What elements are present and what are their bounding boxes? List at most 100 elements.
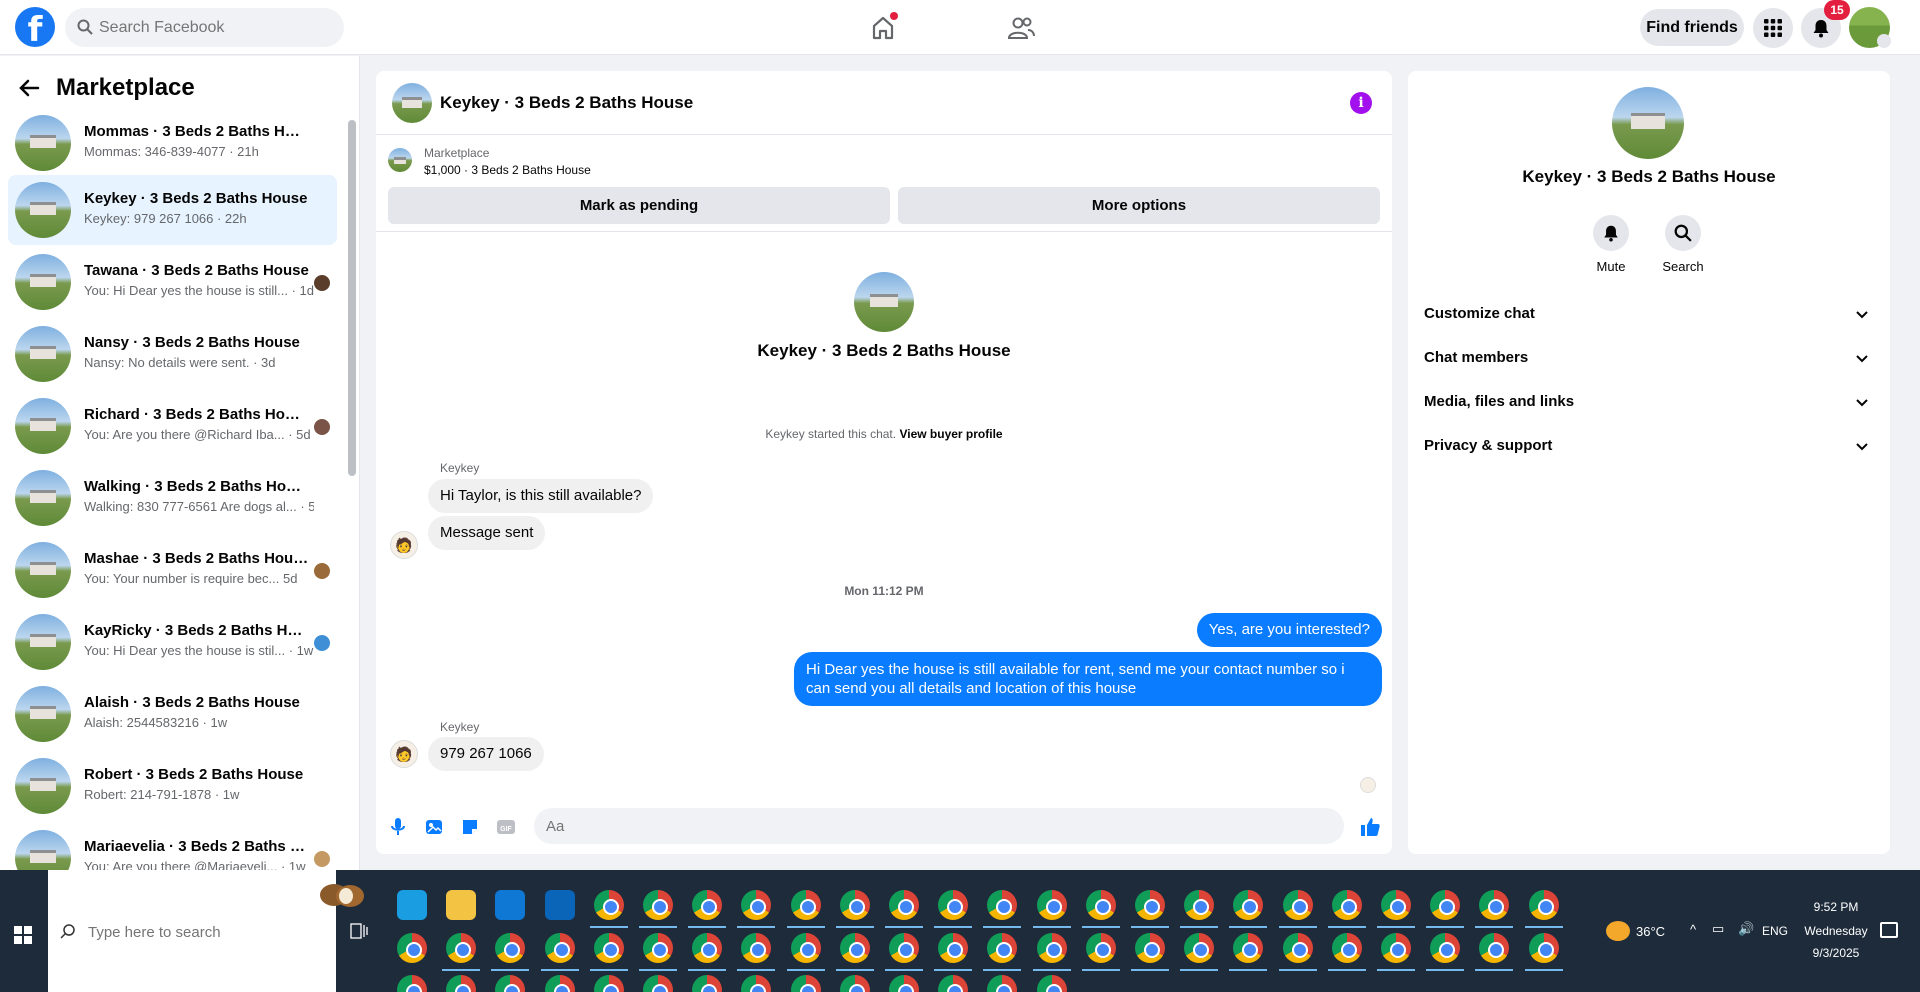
chrome-icon[interactable] [1331, 933, 1362, 963]
conversation-item[interactable]: Richard · 3 Beds 2 Baths House You: Are … [8, 391, 337, 461]
friends-nav-button[interactable] [1004, 11, 1038, 45]
chrome-icon[interactable] [741, 975, 772, 992]
chrome-icon[interactable] [889, 975, 919, 992]
notification-center-icon[interactable] [1880, 922, 1898, 938]
windows-start-icon[interactable] [14, 926, 32, 944]
volume-icon[interactable]: 🔊 [1738, 921, 1754, 937]
chrome-icon[interactable] [938, 933, 969, 963]
chrome-icon[interactable] [1233, 890, 1264, 920]
chrome-icon[interactable] [692, 933, 723, 963]
conversation-item[interactable]: Mariaevelia · 3 Beds 2 Baths H... You: A… [8, 823, 337, 870]
listing-price[interactable]: $1,000 · 3 Beds 2 Baths House [424, 163, 591, 177]
search-input[interactable] [99, 8, 334, 47]
chrome-icon[interactable] [1282, 933, 1313, 963]
chrome-icon[interactable] [1036, 975, 1067, 992]
coconut-widget-icon[interactable] [316, 878, 366, 908]
chrome-icon[interactable] [839, 933, 870, 963]
incoming-message[interactable]: 979 267 1066 [428, 737, 544, 771]
chrome-icon[interactable] [1085, 933, 1116, 963]
chrome-icon[interactable] [1430, 890, 1461, 920]
chrome-icon[interactable] [495, 933, 526, 963]
conversation-item[interactable]: Mashae · 3 Beds 2 Baths House You: Your … [8, 535, 337, 605]
mark-as-pending-button[interactable]: Mark as pending [388, 187, 890, 224]
chrome-icon[interactable] [544, 975, 575, 992]
chrome-icon[interactable] [446, 933, 477, 963]
chrome-icon[interactable] [1135, 933, 1165, 963]
chrome-icon[interactable] [1036, 933, 1067, 963]
info-icon[interactable]: i [1350, 92, 1372, 114]
chrome-icon[interactable] [790, 933, 821, 963]
chrome-icon[interactable] [544, 933, 575, 963]
chrome-icon[interactable] [790, 975, 821, 992]
chrome-icon[interactable] [643, 933, 673, 963]
incoming-message[interactable]: Message sent [428, 516, 546, 550]
chrome-icon[interactable] [987, 975, 1018, 992]
chrome-icon[interactable] [1479, 933, 1510, 963]
back-arrow-icon[interactable] [18, 77, 40, 99]
chrome-icon[interactable] [1381, 890, 1411, 920]
chrome-icon[interactable] [1085, 890, 1116, 920]
chrome-icon[interactable] [397, 933, 427, 963]
chrome-icon[interactable] [889, 890, 919, 920]
edge-icon[interactable] [397, 890, 427, 920]
clock-day[interactable]: Wednesday [1798, 924, 1874, 938]
outgoing-message[interactable]: Hi Dear yes the house is still available… [794, 652, 1382, 706]
chrome-icon[interactable] [1381, 933, 1411, 963]
sender-avatar[interactable]: 🧑 [390, 531, 418, 559]
incoming-message[interactable]: Hi Taylor, is this still available? [428, 479, 654, 513]
chrome-icon[interactable] [987, 933, 1018, 963]
facebook-search-box[interactable] [65, 8, 344, 47]
chat-listing-thumbnail[interactable] [392, 83, 432, 123]
chrome-icon[interactable] [938, 890, 969, 920]
clock-time[interactable]: 9:52 PM [1806, 900, 1866, 914]
conversation-item[interactable]: Robert · 3 Beds 2 Baths House Robert: 21… [8, 751, 337, 821]
chrome-icon[interactable] [446, 975, 477, 992]
chrome-icon[interactable] [839, 975, 870, 992]
chrome-icon[interactable] [987, 890, 1018, 920]
chrome-icon[interactable] [1331, 890, 1362, 920]
conversation-item[interactable]: Nansy · 3 Beds 2 Baths House Nansy: No d… [8, 319, 337, 389]
chrome-icon[interactable] [643, 890, 673, 920]
chrome-icon[interactable] [741, 890, 772, 920]
customize-chat-section[interactable]: Customize chat [1424, 292, 1874, 336]
chrome-icon[interactable] [889, 933, 919, 963]
microphone-icon[interactable] [386, 815, 410, 839]
thumbs-up-icon[interactable] [1358, 815, 1382, 839]
chrome-icon[interactable] [1184, 933, 1215, 963]
info-listing-thumbnail[interactable] [1612, 87, 1684, 159]
chrome-icon[interactable] [495, 975, 526, 992]
message-input[interactable] [546, 808, 1286, 844]
chat-title[interactable]: Keykey · 3 Beds 2 Baths House [440, 93, 693, 113]
chrome-icon[interactable] [1135, 890, 1165, 920]
view-buyer-profile-link[interactable]: View buyer profile [899, 427, 1002, 441]
home-nav-button[interactable] [866, 11, 900, 45]
chrome-icon[interactable] [1528, 890, 1559, 920]
sticker-icon[interactable] [458, 815, 482, 839]
outgoing-message[interactable]: Yes, are you interested? [1196, 613, 1382, 647]
clock-date[interactable]: 9/3/2025 [1806, 946, 1866, 960]
taskbar-search-box[interactable] [48, 870, 364, 992]
message-input-box[interactable] [534, 808, 1344, 844]
conversation-item[interactable]: Alaish · 3 Beds 2 Baths House Alaish: 25… [8, 679, 337, 749]
facebook-logo[interactable]: f [15, 7, 55, 47]
temperature-label[interactable]: 36°C [1636, 924, 1665, 939]
chrome-icon[interactable] [1036, 890, 1067, 920]
chrome-icon[interactable] [593, 933, 624, 963]
weather-icon[interactable] [1606, 921, 1630, 941]
chrome-icon[interactable] [938, 975, 969, 992]
chrome-icon[interactable] [1233, 933, 1264, 963]
chevron-up-icon[interactable]: ^ [1690, 922, 1696, 937]
chrome-icon[interactable] [643, 975, 673, 992]
chrome-icon[interactable] [1430, 933, 1461, 963]
language-indicator[interactable]: ENG [1762, 924, 1788, 938]
conversation-item[interactable]: Mommas · 3 Beds 2 Baths House Mommas: 34… [8, 108, 337, 178]
menu-button[interactable] [1753, 8, 1793, 48]
store-icon[interactable] [495, 890, 526, 920]
sender-avatar[interactable]: 🧑 [390, 740, 418, 768]
photo-icon[interactable] [422, 815, 446, 839]
chrome-icon[interactable] [593, 975, 624, 992]
chrome-icon[interactable] [741, 933, 772, 963]
chrome-icon[interactable] [790, 890, 821, 920]
outlook-icon[interactable] [544, 890, 575, 920]
chrome-icon[interactable] [839, 890, 870, 920]
